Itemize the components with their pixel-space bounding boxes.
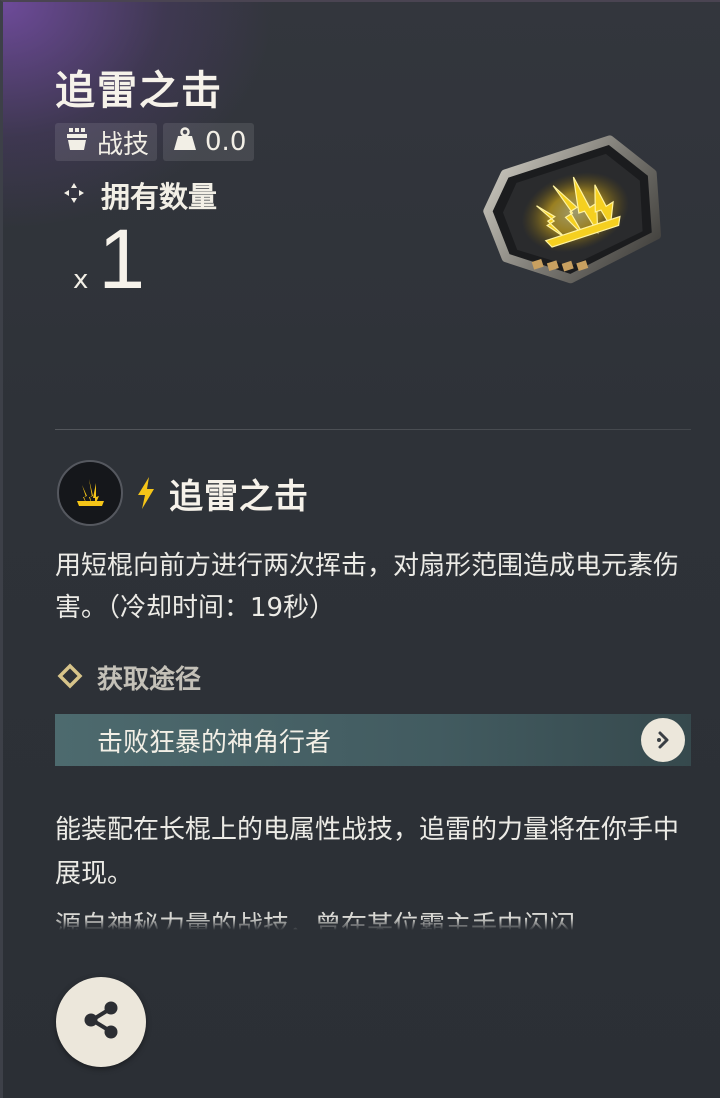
weight-tag: 0.0 [163, 123, 255, 161]
skill-description: 用短棍向前方进行两次挥击，对扇形范围造成电元素伤害。（冷却时间：19秒） [55, 551, 680, 623]
owned-label: 拥有数量 [101, 180, 218, 214]
diamond-icon [57, 663, 83, 693]
lightning-bolt-icon [133, 475, 159, 511]
flavor-text: 能装配在长棍上的电属性战技，追雷的力量将在你手中展现。 [55, 815, 680, 889]
weight-value: 0.0 [205, 127, 247, 157]
count-value: 1 [98, 212, 146, 306]
obtain-source-text: 击败狂暴的神角行者 [97, 727, 332, 758]
weight-icon [171, 125, 199, 160]
obtain-header: 获取途径 [57, 659, 201, 696]
type-tag: 战技 [55, 123, 158, 161]
owned-row: 拥有数量 [61, 174, 217, 216]
owned-count: x 1 [73, 217, 145, 301]
item-tags: 战技 0.0 [55, 123, 255, 161]
crosshair-icon [61, 180, 87, 210]
lightning-strike-chip-icon [481, 134, 671, 294]
count-prefix: x [73, 265, 89, 295]
skill-emblem-icon [57, 460, 123, 526]
skill-header: 追雷之击 [57, 460, 309, 526]
obtain-label: 获取途径 [97, 665, 202, 695]
obtain-source-button[interactable]: 击败狂暴的神角行者 [55, 714, 691, 766]
share-icon [78, 997, 124, 1047]
item-detail-panel: 追雷之击 战技 0.0 拥有数量 x 1 追雷之击 用短棍向前方进行两次挥击，对… [0, 0, 720, 1098]
skill-type-icon [63, 125, 91, 160]
skill-name: 追雷之击 [169, 476, 309, 517]
type-label: 战技 [97, 129, 150, 160]
share-button[interactable] [56, 977, 146, 1067]
item-title: 追雷之击 [55, 68, 223, 114]
section-divider [55, 429, 691, 430]
navigate-arrow-icon[interactable] [641, 718, 685, 762]
flavor-text-faded: 源自神秘力量的战技，曾在某位霸主手中闪闪 [55, 911, 576, 930]
